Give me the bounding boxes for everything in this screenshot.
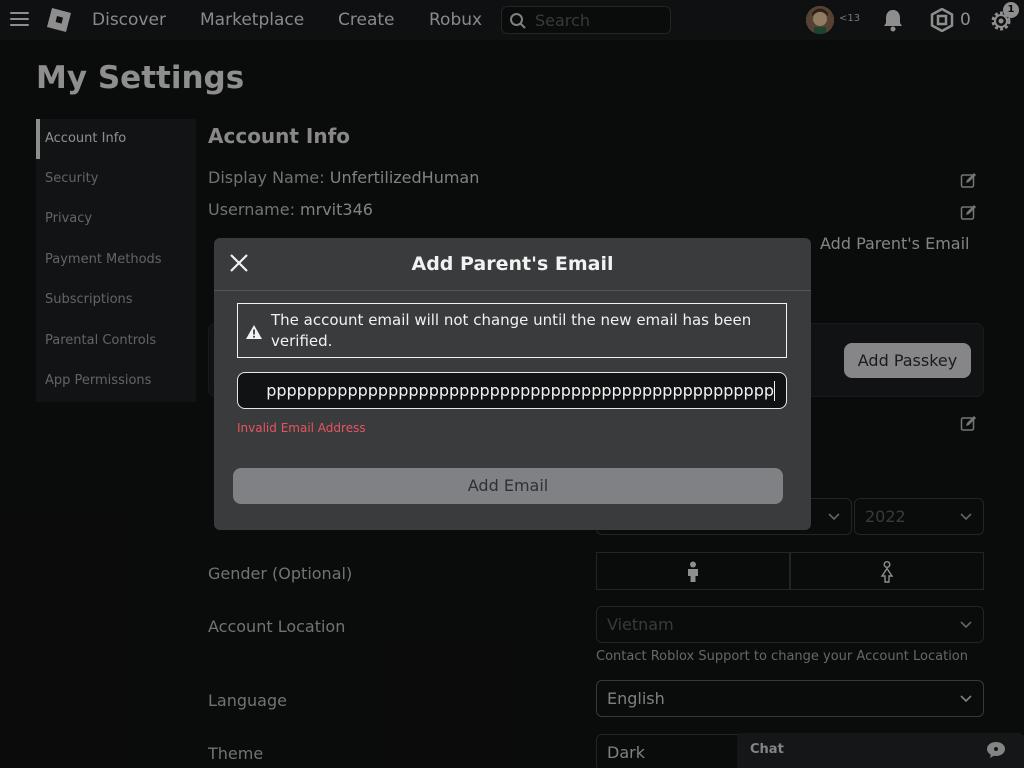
modal-title: Add Parent's Email [411, 253, 614, 275]
text-caret [774, 381, 775, 401]
parent-email-value: pppppppppppppppppppppppppppppppppppppppp… [266, 381, 774, 400]
warning-icon [246, 325, 262, 339]
add-parent-email-modal: Add Parent's Email The account email wil… [214, 238, 811, 530]
warning-text: The account email will not change until … [271, 311, 752, 350]
parent-email-input[interactable]: pppppppppppppppppppppppppppppppppppppppp… [237, 372, 787, 409]
modal-divider [214, 290, 811, 291]
email-error-message: Invalid Email Address [237, 421, 366, 435]
warning-banner: The account email will not change until … [237, 303, 787, 358]
add-email-button[interactable]: Add Email [233, 468, 783, 504]
